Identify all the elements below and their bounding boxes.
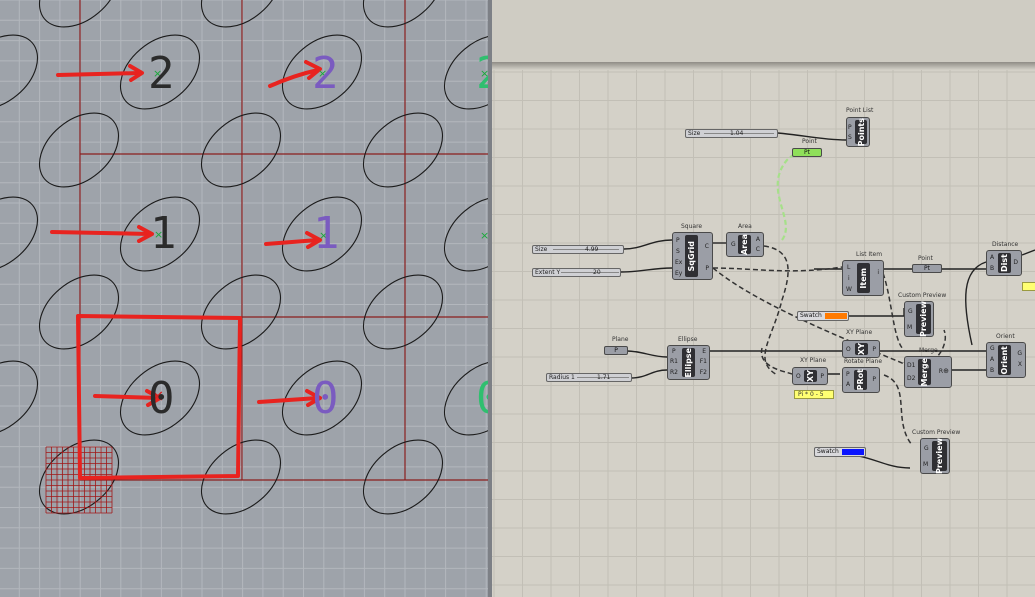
add-input-icon[interactable]: ⊕ xyxy=(943,368,949,375)
xy-plane-title: XY Plane xyxy=(800,357,827,364)
ellipse-curve xyxy=(362,0,444,28)
distance-component[interactable]: A B Dist D xyxy=(986,250,1022,276)
custom-preview-title: Custom Preview xyxy=(912,429,961,436)
point-param-selected[interactable]: Pt xyxy=(792,148,822,157)
distance-title: Distance xyxy=(992,241,1019,248)
extent-y-slider[interactable]: Extent Y 20 xyxy=(532,268,621,277)
rotate-plane-component[interactable]: P A PRot P xyxy=(842,367,880,393)
rotate-plane-title: Rotate Plane xyxy=(844,358,883,365)
red-arrow xyxy=(257,396,320,404)
merge-title: Merge xyxy=(919,347,938,354)
ellipse-curve xyxy=(0,196,39,272)
swatch-orange[interactable]: Swatch xyxy=(797,311,849,321)
point-param[interactable]: Pt xyxy=(912,264,942,273)
xy-plane-component[interactable]: O XY P xyxy=(792,367,828,385)
ellipse-curve xyxy=(362,274,444,350)
plane-title: Plane xyxy=(612,336,629,343)
point-title: Point xyxy=(918,255,933,262)
custom-preview-title: Custom Preview xyxy=(898,292,947,299)
wire-selected xyxy=(776,151,801,241)
radius-slider[interactable]: Radius 1 1.71 xyxy=(546,373,632,382)
slider-value: 1.71 xyxy=(597,374,611,381)
swatch-color xyxy=(825,313,847,319)
point-marker: × xyxy=(480,229,488,242)
xy-plane-component[interactable]: O XY P xyxy=(842,340,880,358)
orient-title: Orient xyxy=(996,333,1015,340)
plane-param[interactable]: P xyxy=(604,346,628,355)
ellipse-curve xyxy=(200,0,282,28)
square-title: Square xyxy=(681,223,703,230)
xy-plane-title: XY Plane xyxy=(846,329,873,336)
ellipse-title: Ellipse xyxy=(678,336,698,343)
ellipse-curve xyxy=(200,112,282,188)
red-arrow xyxy=(56,71,142,77)
slider-value: 20 xyxy=(593,269,601,276)
wire xyxy=(965,261,987,346)
expression-panel[interactable]: Pi * 0 - 5 xyxy=(794,390,834,399)
viewport-label: 2 xyxy=(476,52,488,96)
custom-preview-component[interactable]: G M Preview xyxy=(904,301,934,337)
custom-preview-component[interactable]: G M Preview xyxy=(920,438,950,474)
ellipse-curve xyxy=(362,439,444,515)
rhino-viewport[interactable]: × × × × × × × 2 1 0 2 1 0 2 0 xyxy=(0,0,488,597)
viewport-label: 0 xyxy=(148,373,175,424)
slider-value: 1.04 xyxy=(730,130,744,137)
annotation-arrows xyxy=(50,60,322,480)
ellipse-curve xyxy=(38,0,120,28)
list-item-component[interactable]: L i W Item i xyxy=(842,260,884,296)
wire xyxy=(626,350,668,358)
viewport-label: 2 xyxy=(312,48,339,99)
canvas-wires xyxy=(492,70,1035,597)
point-title: Point xyxy=(802,138,817,145)
area-title: Area xyxy=(738,223,752,230)
point-list-component[interactable]: P S Points xyxy=(846,117,870,147)
area-component[interactable]: G Area A C xyxy=(726,232,764,257)
ellipse-curve xyxy=(362,112,444,188)
ellipse-component[interactable]: P R1 R2 Ellipse E F1 F2 xyxy=(667,345,710,380)
point-list-title: Point List xyxy=(846,107,874,114)
viewport-label: 0 xyxy=(312,373,339,424)
merge-component[interactable]: D1 D2 Merge R ⊕ xyxy=(904,356,952,388)
viewport-label: 2 xyxy=(148,48,175,99)
red-arrow xyxy=(50,230,152,236)
orient-component[interactable]: G A B Orient G X xyxy=(986,342,1026,378)
size-slider[interactable]: Size 4.99 xyxy=(532,245,624,254)
swatch-blue[interactable]: Swatch xyxy=(814,447,866,457)
panel-stub[interactable] xyxy=(1022,282,1035,291)
square-grid-component[interactable]: P S Ex Ey SqGrid C P xyxy=(672,232,713,280)
wire-dashed xyxy=(761,347,795,376)
ellipse-curve xyxy=(38,112,120,188)
swatch-color xyxy=(842,449,864,455)
ellipse-curve xyxy=(0,360,39,436)
ellipse-curve xyxy=(0,34,39,110)
grasshopper-canvas[interactable]: Size 1.04 Point List P S Points Point Pt… xyxy=(492,0,1035,597)
viewport-label: 0 xyxy=(476,377,488,421)
wire xyxy=(1021,249,1035,256)
size-slider-top[interactable]: Size 1.04 xyxy=(685,129,778,138)
list-item-title: List Item xyxy=(856,251,883,258)
slider-value: 4.99 xyxy=(585,246,599,253)
viewport-label: 1 xyxy=(150,208,177,259)
viewport-label: 1 xyxy=(313,208,340,259)
viewport-geometry: × × × × × × × xyxy=(0,0,488,597)
